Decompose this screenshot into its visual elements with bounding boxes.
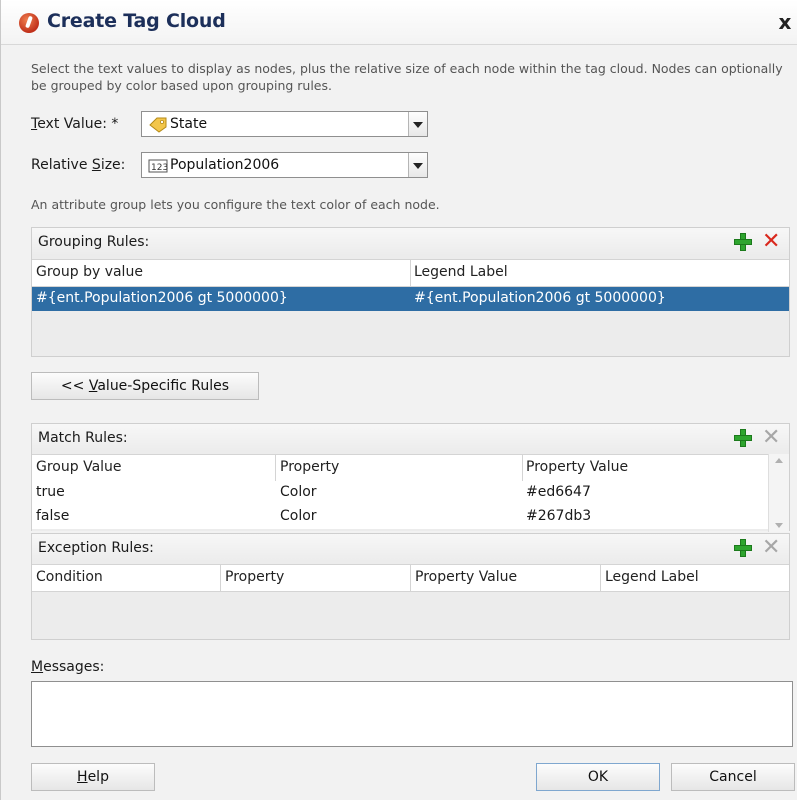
dialog-description: Select the text values to display as nod… <box>31 61 783 93</box>
messages-label: Messages: <box>31 659 105 675</box>
grouping-rules-table-header: Group by value Legend Label <box>32 259 789 287</box>
table-row[interactable]: #{ent.Population2006 gt 5000000} #{ent.P… <box>32 287 789 311</box>
ok-button[interactable]: OK <box>536 763 660 791</box>
table-row[interactable]: true Color #ed6647 <box>32 481 769 505</box>
delete-icon[interactable]: ✕ <box>762 231 780 253</box>
exception-rules-table-header: Condition Property Property Value Legend… <box>32 564 789 592</box>
text-value-label: Text Value: * <box>31 116 119 132</box>
help-button[interactable]: Help <box>31 763 155 791</box>
attribute-group-hint: An attribute group lets you configure th… <box>31 197 440 212</box>
column-header[interactable]: Property Value <box>415 569 517 585</box>
column-header[interactable]: Group by value <box>36 264 143 280</box>
delete-icon: ✕ <box>762 425 781 450</box>
column-header[interactable]: Legend Label <box>605 569 699 585</box>
chevron-down-icon[interactable] <box>408 112 427 136</box>
exception-rules-header: Exception Rules: ✕ <box>32 534 789 562</box>
property-value-cell: #ed6647 <box>526 484 591 500</box>
title-bar: Create Tag Cloud x <box>1 0 797 45</box>
tag-icon <box>148 117 168 137</box>
match-rules-panel: Match Rules: ✕ Group Value Property Prop… <box>31 423 790 532</box>
group-by-cell: #{ent.Population2006 gt 5000000} <box>36 290 288 306</box>
dialog-title: Create Tag Cloud <box>47 10 226 32</box>
relative-size-label: Relative Size: <box>31 157 126 173</box>
table-row[interactable]: false Color #267db3 <box>32 505 769 529</box>
text-value-select[interactable]: State <box>141 111 428 137</box>
property-cell: Color <box>280 484 317 500</box>
column-header[interactable]: Property <box>280 459 339 475</box>
exception-rules-panel: Exception Rules: ✕ Condition Property Pr… <box>31 533 790 640</box>
grouping-rules-header: Grouping Rules: ✕ <box>32 228 789 256</box>
column-header[interactable]: Group Value <box>36 459 122 475</box>
text-value-value: State <box>170 116 208 132</box>
legend-label-cell: #{ent.Population2006 gt 5000000} <box>414 290 666 306</box>
match-rules-header: Match Rules: ✕ <box>32 424 789 452</box>
scroll-down-icon[interactable] <box>775 523 783 528</box>
messages-area[interactable] <box>31 681 793 747</box>
cancel-button[interactable]: Cancel <box>671 763 795 791</box>
property-value-cell: #267db3 <box>526 508 592 524</box>
value-specific-rules-button[interactable]: << Value-Specific Rules <box>31 372 259 400</box>
oracle-app-icon <box>19 13 39 33</box>
chevron-down-icon[interactable] <box>408 153 427 177</box>
add-icon[interactable] <box>734 429 752 447</box>
match-rules-title: Match Rules: <box>38 430 128 446</box>
group-value-cell: true <box>36 484 65 500</box>
delete-icon: ✕ <box>762 535 781 560</box>
column-header[interactable]: Condition <box>36 569 103 585</box>
scroll-up-icon[interactable] <box>775 458 783 463</box>
add-icon[interactable] <box>734 539 752 557</box>
match-rules-scrollbar[interactable] <box>768 454 789 532</box>
group-value-cell: false <box>36 508 70 524</box>
create-tag-cloud-dialog: Create Tag Cloud x Select the text value… <box>0 0 797 800</box>
relative-size-select[interactable]: 123 Population2006 <box>141 152 428 178</box>
grouping-rules-title: Grouping Rules: <box>38 234 150 250</box>
svg-text:123: 123 <box>151 163 168 173</box>
column-header[interactable]: Legend Label <box>414 264 508 280</box>
column-header[interactable]: Property <box>225 569 284 585</box>
relative-size-value: Population2006 <box>170 157 280 173</box>
grouping-rules-panel: Grouping Rules: ✕ Group by value Legend … <box>31 227 790 357</box>
add-icon[interactable] <box>734 233 752 251</box>
exception-rules-title: Exception Rules: <box>38 540 154 556</box>
numeric-attribute-icon: 123 <box>148 159 168 177</box>
property-cell: Color <box>280 508 317 524</box>
close-button[interactable]: x <box>774 11 796 33</box>
column-header[interactable]: Property Value <box>526 459 628 475</box>
match-rules-table-header: Group Value Property Property Value <box>32 454 769 482</box>
